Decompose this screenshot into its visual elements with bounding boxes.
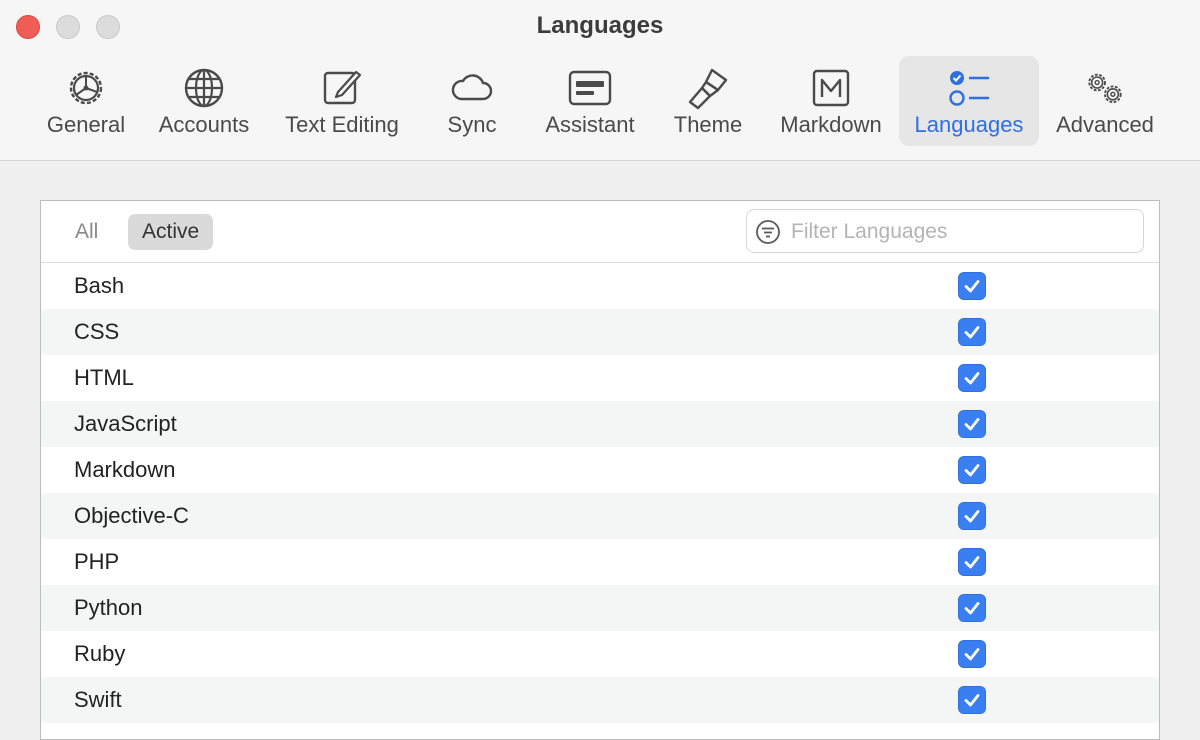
- language-row-javascript[interactable]: JavaScript: [41, 401, 1159, 447]
- toolbar-label: Languages: [914, 112, 1024, 137]
- checkmark-icon: [964, 418, 980, 431]
- language-checkbox[interactable]: [958, 502, 986, 530]
- language-row-objective-c[interactable]: Objective-C: [41, 493, 1159, 539]
- window-title: Languages: [536, 12, 664, 39]
- language-row-php[interactable]: PHP: [41, 539, 1159, 585]
- toolbar-tab-accounts[interactable]: Accounts: [150, 56, 258, 146]
- filter-icon: [756, 220, 780, 244]
- checkmark-icon: [964, 326, 980, 339]
- checkmark-icon: [964, 694, 980, 707]
- list-checklist-icon: [949, 71, 989, 106]
- checkmark-icon: [964, 372, 980, 385]
- segment-all[interactable]: All: [61, 214, 112, 250]
- language-checkbox[interactable]: [958, 640, 986, 668]
- filter-bar: All Active: [41, 201, 1159, 263]
- language-checkbox[interactable]: [958, 548, 986, 576]
- language-row-html[interactable]: HTML: [41, 355, 1159, 401]
- filter-languages-input[interactable]: [789, 216, 1133, 248]
- languages-panel: All Active Bash CSS HTML JavaScript: [40, 200, 1160, 740]
- toolbar-tab-sync[interactable]: Sync: [425, 56, 519, 146]
- language-checkbox[interactable]: [958, 318, 986, 346]
- checkmark-icon: [964, 602, 980, 615]
- checkmark-icon: [964, 556, 980, 569]
- language-checkbox[interactable]: [958, 686, 986, 714]
- checkmark-icon: [964, 510, 980, 523]
- toolbar-label: Advanced: [1056, 112, 1154, 137]
- cloud-icon: [451, 74, 493, 101]
- language-checkbox[interactable]: [958, 364, 986, 392]
- language-row-ruby[interactable]: Ruby: [41, 631, 1159, 677]
- toolbar-label: General: [46, 112, 126, 137]
- language-name: Bash: [74, 273, 125, 298]
- language-name: Ruby: [74, 641, 126, 666]
- language-row-swift[interactable]: Swift: [41, 677, 1159, 723]
- language-name: Objective-C: [74, 503, 189, 528]
- language-name: JavaScript: [74, 411, 177, 436]
- language-name: Swift: [74, 687, 122, 712]
- edit-pencil-icon: [323, 70, 362, 105]
- language-name: Markdown: [74, 457, 176, 482]
- language-name: CSS: [74, 319, 120, 344]
- toolbar-tab-advanced[interactable]: Advanced: [1049, 56, 1161, 146]
- toolbar-label: Accounts: [158, 112, 250, 137]
- general-gear-icon: [69, 71, 103, 105]
- language-name: HTML: [74, 365, 134, 390]
- toolbar-tab-languages[interactable]: Languages: [899, 56, 1039, 146]
- segment-active[interactable]: Active: [128, 214, 214, 250]
- language-checkbox[interactable]: [958, 410, 986, 438]
- toolbar-label: Markdown: [780, 112, 882, 137]
- language-row-css[interactable]: CSS: [41, 309, 1159, 355]
- toolbar-tab-text-editing[interactable]: Text Editing: [275, 56, 409, 146]
- language-name: PHP: [74, 549, 120, 574]
- checkmark-icon: [964, 648, 980, 661]
- toolbar-tab-markdown[interactable]: Markdown: [772, 56, 890, 146]
- language-row-python[interactable]: Python: [41, 585, 1159, 631]
- titlebar: Languages General Accounts Text Editing: [0, 0, 1200, 161]
- toolbar-label: Text Editing: [285, 112, 399, 137]
- toolbar-label: Sync: [447, 112, 497, 137]
- assistant-panel-icon: [568, 70, 612, 106]
- globe-icon: [184, 68, 224, 108]
- filter-search-field[interactable]: [746, 209, 1144, 253]
- language-row-bash[interactable]: Bash: [41, 263, 1159, 309]
- gears-icon: [1088, 73, 1122, 104]
- language-checkbox[interactable]: [958, 272, 986, 300]
- language-row-markdown[interactable]: Markdown: [41, 447, 1159, 493]
- checkmark-icon: [964, 280, 980, 293]
- language-name: Python: [74, 595, 143, 620]
- toolbar-label: Theme: [673, 112, 743, 137]
- language-checkbox[interactable]: [958, 594, 986, 622]
- toolbar-tab-assistant[interactable]: Assistant: [535, 56, 645, 146]
- languages-list: Bash CSS HTML JavaScript Markdown Object…: [41, 263, 1159, 723]
- toolbar-tab-theme[interactable]: Theme: [661, 56, 755, 146]
- markdown-m-icon: [812, 69, 850, 107]
- toolbar-tab-general[interactable]: General: [38, 56, 134, 146]
- checkmark-icon: [964, 464, 980, 477]
- paintbrush-icon: [688, 68, 728, 110]
- toolbar-label: Assistant: [545, 112, 635, 137]
- language-checkbox[interactable]: [958, 456, 986, 484]
